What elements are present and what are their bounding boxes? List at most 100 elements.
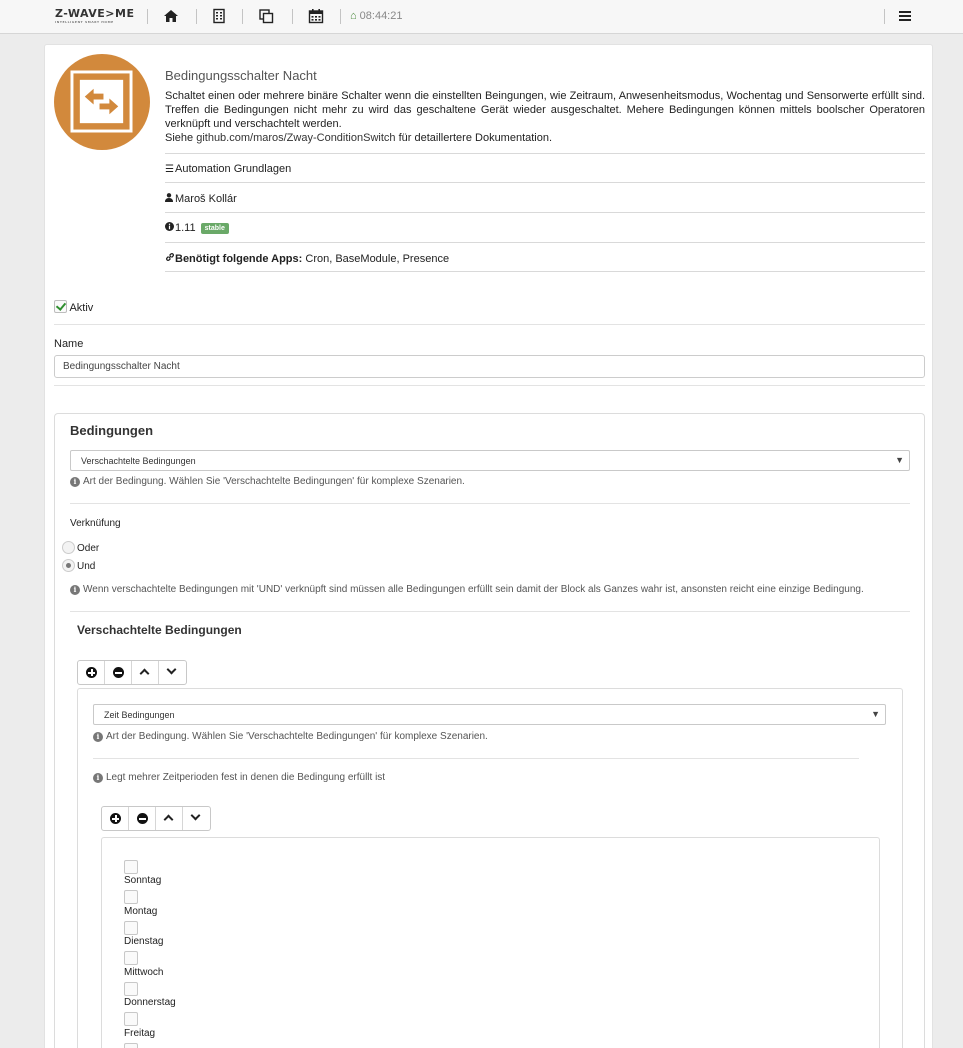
checkbox-sonntag[interactable] xyxy=(124,860,138,874)
checkbox-mittwoch[interactable] xyxy=(124,951,138,965)
divider xyxy=(165,271,925,272)
move-up-button[interactable] xyxy=(132,661,159,684)
calendar-icon[interactable] xyxy=(308,8,324,24)
home-icon[interactable] xyxy=(163,8,179,24)
remove-period-button[interactable] xyxy=(129,807,156,830)
nav-divider xyxy=(147,9,148,24)
move-period-up-button[interactable] xyxy=(156,807,183,830)
condition-type-value: Verschachtelte Bedingungen xyxy=(81,456,196,466)
divider xyxy=(165,153,925,154)
remove-button[interactable] xyxy=(105,661,132,684)
period-help: i Legt mehrer Zeitperioden fest in denen … xyxy=(93,772,385,783)
day-label-mittwoch: Mittwoch xyxy=(124,967,164,978)
divider xyxy=(54,324,925,325)
copy-icon[interactable] xyxy=(258,8,274,24)
conditions-heading: Bedingungen xyxy=(70,423,154,438)
chevron-down-icon xyxy=(166,664,177,675)
caret-down-icon: ▼ xyxy=(871,709,880,719)
divider xyxy=(165,182,925,183)
app-title: Bedingungsschalter Nacht xyxy=(165,68,317,83)
divider xyxy=(54,385,925,386)
info-icon: i xyxy=(70,585,80,595)
checkbox-dienstag[interactable] xyxy=(124,921,138,935)
checkbox-freitag[interactable] xyxy=(124,1012,138,1026)
day-label-freitag: Freitag xyxy=(124,1028,156,1039)
app-version: 1.11 stable xyxy=(165,222,229,234)
nav-divider xyxy=(884,9,885,24)
building-icon[interactable] xyxy=(211,8,227,24)
help-text: Art der Bedingung. Wählen Sie 'Verschach… xyxy=(83,476,465,487)
weekday-selection: Sonntag Montag Dienstag Mittwoch Donners… xyxy=(101,837,880,1048)
nav-divider xyxy=(242,9,243,24)
checkbox-donnerstag[interactable] xyxy=(124,982,138,996)
move-down-button[interactable] xyxy=(159,661,186,684)
nav-divider xyxy=(292,9,293,24)
radio-oder-label: Oder xyxy=(77,543,100,554)
nav-divider xyxy=(340,9,341,24)
help-text: Art der Bedingung. Wählen Sie 'Verschach… xyxy=(106,731,488,742)
add-period-button[interactable] xyxy=(102,807,129,830)
app-logo xyxy=(54,54,150,150)
help-text: Wenn verschachtelte Bedingungen mit 'UND… xyxy=(83,584,864,595)
author-text: Maroš Kollár xyxy=(175,193,237,205)
checkbox-samstag[interactable] xyxy=(124,1043,138,1048)
zwave-logo[interactable]: Z-WAVE>ME INTELLIGENT SMART HOME xyxy=(55,7,135,24)
nested-type-help: i Art der Bedingung. Wählen Sie 'Verschac… xyxy=(93,731,488,742)
radio-oder[interactable] xyxy=(62,541,75,554)
divider xyxy=(165,212,925,213)
app-description: Schaltet einen oder mehrere binäre Schal… xyxy=(165,90,925,130)
info-icon: i xyxy=(93,773,103,783)
period-array-toolbar xyxy=(101,806,211,831)
day-label-sonntag: Sonntag xyxy=(124,875,162,886)
condition-type-select[interactable]: Verschachtelte Bedingungen ▼ xyxy=(70,450,910,471)
category-text: Automation Grundlagen xyxy=(175,163,292,175)
nav-divider xyxy=(196,9,197,24)
divider xyxy=(70,611,910,612)
plus-circle-icon xyxy=(86,667,97,678)
active-checkbox[interactable] xyxy=(54,300,67,313)
radio-und[interactable] xyxy=(62,559,75,572)
app-dependencies: Benötigt folgende Apps: Cron, BaseModule… xyxy=(165,252,449,265)
minus-circle-icon xyxy=(113,667,124,678)
nested-condition-type-value: Zeit Bedingungen xyxy=(104,710,175,720)
link-suffix: für detaillertere Dokumentation. xyxy=(398,132,553,144)
nested-condition-item: Zeit Bedingungen ▼ i Art der Bedingung. W… xyxy=(77,688,903,1048)
clock-time: 08:44:21 xyxy=(359,10,403,22)
menu-icon[interactable] xyxy=(897,8,913,24)
move-period-down-button[interactable] xyxy=(183,807,210,830)
condition-type-help: i Art der Bedingung. Wählen Sie 'Verschac… xyxy=(70,476,465,487)
clock: ⌂ 08:44:21 xyxy=(350,10,402,22)
logic-label: Verknüfung xyxy=(70,518,121,529)
help-text: Legt mehrer Zeitperioden fest in denen d… xyxy=(106,772,386,783)
app-config-panel: Bedingungsschalter Nacht Schaltet einen … xyxy=(44,44,933,1048)
link-prefix: Siehe xyxy=(165,132,194,144)
dependencies-text: Cron, BaseModule, Presence xyxy=(305,253,450,265)
caret-down-icon: ▼ xyxy=(895,455,904,465)
link-icon xyxy=(165,252,175,265)
checkbox-montag[interactable] xyxy=(124,890,138,904)
name-input[interactable] xyxy=(54,355,925,378)
info-icon: i xyxy=(70,477,80,487)
divider xyxy=(70,503,910,504)
switch-app-icon xyxy=(70,70,133,133)
day-label-montag: Montag xyxy=(124,906,158,917)
documentation-link-row: Siehe github.com/maros/Zway-ConditionSwi… xyxy=(165,132,552,144)
nested-condition-type-select[interactable]: Zeit Bedingungen ▼ xyxy=(93,704,886,725)
documentation-link[interactable]: github.com/maros/Zway-ConditionSwitch xyxy=(196,132,395,144)
logo-text: Z-WAVE>ME xyxy=(55,7,135,20)
dependencies-label: Benötigt folgende Apps: xyxy=(175,253,303,265)
stable-badge: stable xyxy=(200,223,229,234)
list-icon: ☰ xyxy=(165,164,174,175)
add-button[interactable] xyxy=(78,661,105,684)
user-icon xyxy=(165,193,175,205)
info-icon xyxy=(165,222,175,234)
conditions-section: Bedingungen Verschachtelte Bedingungen ▼… xyxy=(54,413,925,1048)
version-text: 1.11 xyxy=(175,222,196,234)
logo-tagline: INTELLIGENT SMART HOME xyxy=(55,20,114,24)
logic-help: i Wenn verschachtelte Bedingungen mit 'UN… xyxy=(70,584,864,595)
top-navbar: Z-WAVE>ME INTELLIGENT SMART HOME ⌂ 08:44:… xyxy=(0,0,963,34)
divider xyxy=(165,242,925,243)
active-toggle[interactable]: Aktiv xyxy=(54,300,93,314)
chevron-down-icon xyxy=(190,810,201,821)
chevron-up-icon xyxy=(163,814,174,825)
